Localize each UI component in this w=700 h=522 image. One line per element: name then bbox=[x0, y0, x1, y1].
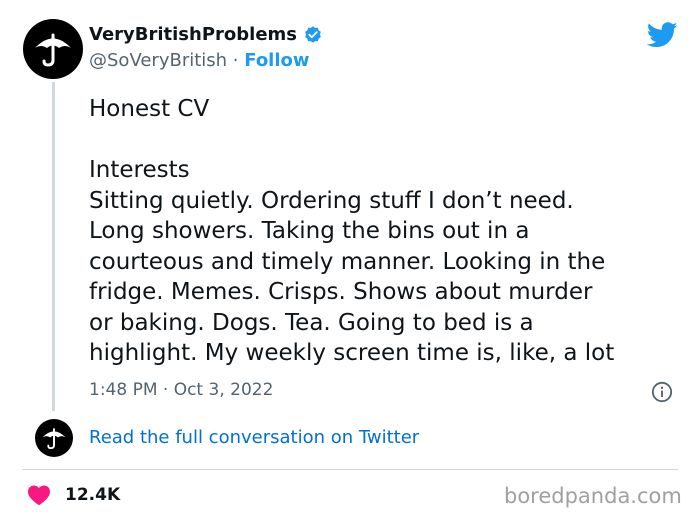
tweet-text: Honest CV Interests Sitting quietly. Ord… bbox=[89, 94, 689, 369]
tweet-title: Honest CV bbox=[89, 96, 210, 122]
umbrella-icon bbox=[42, 428, 66, 450]
twitter-bird-icon[interactable] bbox=[647, 22, 678, 48]
tweet-line: highlight. My weekly screen time is, lik… bbox=[89, 340, 615, 366]
handle-separator: · bbox=[227, 50, 245, 71]
author-handle-row: @SoVeryBritish · Follow bbox=[89, 50, 310, 71]
umbrella-icon bbox=[35, 33, 71, 67]
verified-badge-icon bbox=[305, 25, 321, 43]
author-handle[interactable]: @SoVeryBritish bbox=[89, 50, 227, 71]
watermark: boredpanda.com bbox=[504, 484, 682, 508]
conversation-avatar[interactable] bbox=[35, 419, 73, 457]
tweet-line: Long showers. Taking the bins out in a bbox=[89, 218, 530, 244]
author-display-name[interactable]: VeryBritishProblems bbox=[89, 24, 297, 45]
follow-button[interactable]: Follow bbox=[244, 50, 309, 71]
tweet-timestamp[interactable]: 1:48 PM · Oct 3, 2022 bbox=[89, 380, 273, 400]
thread-line bbox=[52, 82, 55, 411]
like-count: 12.4K bbox=[65, 485, 121, 505]
like-action[interactable]: 12.4K bbox=[27, 484, 120, 506]
author-avatar[interactable] bbox=[23, 19, 83, 79]
read-conversation-link[interactable]: Read the full conversation on Twitter bbox=[89, 427, 419, 448]
info-icon[interactable] bbox=[651, 381, 673, 403]
tweet-section-heading: Interests bbox=[89, 157, 190, 183]
tweet-line: or baking. Dogs. Tea. Going to bed is a bbox=[89, 309, 534, 336]
tweet-line: fridge. Memes. Crisps. Shows about murde… bbox=[89, 279, 593, 305]
heart-icon[interactable] bbox=[27, 484, 51, 506]
tweet-line: courteous and timely manner. Looking in … bbox=[89, 248, 606, 275]
tweet-line: Sitting quietly. Ordering stuff I don’t … bbox=[89, 187, 574, 214]
divider bbox=[22, 469, 678, 470]
author-name-row: VeryBritishProblems bbox=[89, 24, 323, 45]
